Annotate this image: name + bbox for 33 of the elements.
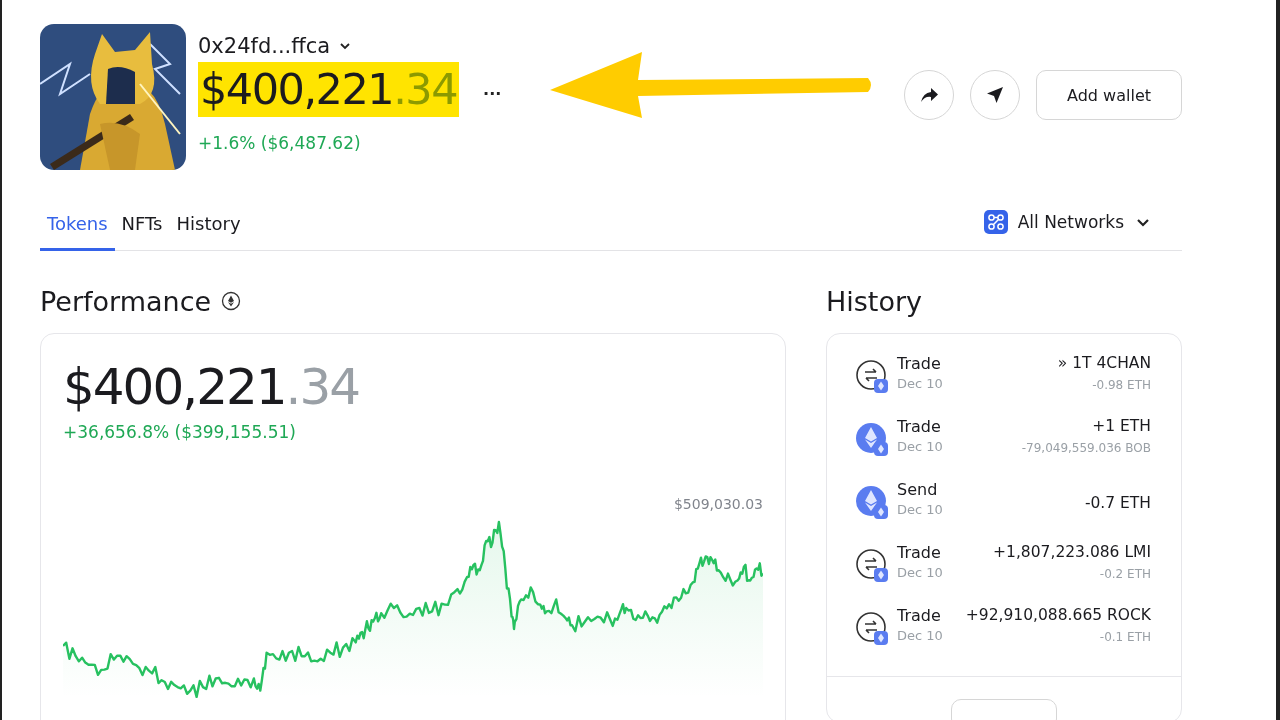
transaction-date: Dec 10: [897, 502, 943, 517]
transaction-type: Trade: [897, 606, 942, 625]
max-value-label: $509,030.03: [673, 496, 763, 512]
wallet-balance: $400,221.34: [198, 62, 460, 117]
transaction-amount: +1,807,223.086 LMI: [992, 543, 1151, 561]
transaction-amount: +1 ETH: [1091, 417, 1151, 435]
transaction-date: Dec 10: [897, 628, 943, 643]
section-title: Performance: [40, 285, 212, 317]
more-button[interactable]: ...: [483, 80, 502, 99]
transaction-cost: -79,049,559.036 BOB: [1021, 441, 1151, 455]
section-title: History: [826, 285, 923, 317]
network-dropdown[interactable]: All Networks: [983, 210, 1152, 250]
transaction-cost: -0.1 ETH: [1099, 630, 1151, 644]
transaction-type: Trade: [897, 543, 942, 562]
transaction-type: Trade: [897, 354, 942, 373]
portfolio-value: $400,221.34: [63, 358, 361, 416]
transaction-amount: -0.7 ETH: [1083, 494, 1151, 512]
transaction-cost: -0.2 ETH: [1099, 567, 1151, 581]
tab[interactable]: History: [169, 213, 248, 251]
transaction-amount: +92,910,088.665 ROCK: [964, 606, 1151, 624]
transaction-date: Dec 10: [897, 565, 943, 580]
transaction-type: Trade: [897, 417, 942, 436]
tab[interactable]: NFTs: [114, 213, 170, 251]
balance-change: +1.6% ($6,487.62): [198, 133, 362, 153]
transaction-date: Dec 10: [897, 439, 943, 454]
transaction-amount: » 1T 4CHAN: [1056, 354, 1151, 372]
performance-change: +36,656.8% ($399,155.51): [63, 422, 297, 442]
transaction-type: Send: [897, 480, 939, 499]
add-wallet-button[interactable]: Add wallet: [1036, 70, 1182, 120]
transaction-cost: -0.98 ETH: [1092, 378, 1151, 392]
wallet-address[interactable]: 0x24fd...ffca: [198, 34, 331, 58]
transaction-date: Dec 10: [897, 376, 943, 391]
tab[interactable]: Tokens: [40, 213, 115, 251]
